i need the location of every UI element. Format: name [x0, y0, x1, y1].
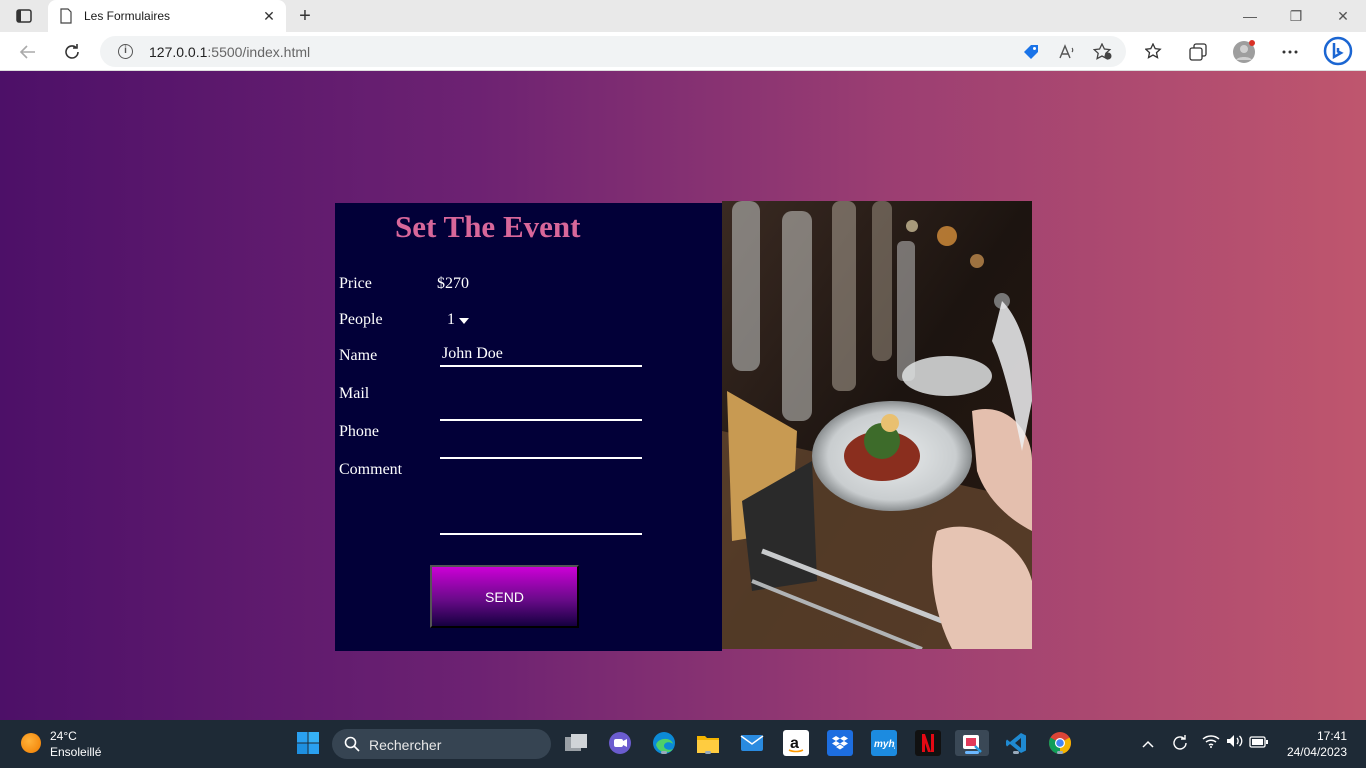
- sun-icon[interactable]: [21, 733, 41, 753]
- add-favorite-icon[interactable]: [1092, 41, 1114, 63]
- url-text: 127.0.0.1:5500/index.html: [149, 44, 310, 60]
- sync-update-icon[interactable]: [1170, 734, 1190, 754]
- people-selected-value: 1: [447, 311, 455, 328]
- file-explorer-icon[interactable]: [695, 730, 721, 756]
- phone-label: Phone: [339, 423, 379, 440]
- vscode-icon[interactable]: [1003, 730, 1029, 756]
- form-title: Set The Event: [395, 209, 581, 244]
- search-icon: [344, 736, 360, 757]
- tab-actions-icon[interactable]: [10, 6, 38, 26]
- tab-title: Les Formulaires: [84, 9, 171, 23]
- restaurant-photo: [722, 201, 1032, 649]
- running-indicator: [705, 751, 711, 754]
- show-hidden-icons-chevron-icon[interactable]: [1138, 734, 1158, 754]
- running-indicator: [661, 751, 667, 754]
- profile-avatar-icon[interactable]: [1232, 40, 1256, 64]
- running-indicator: [965, 751, 979, 754]
- battery-icon[interactable]: [1249, 734, 1269, 754]
- running-indicator: [1013, 751, 1019, 754]
- collections-icon[interactable]: [1186, 40, 1210, 64]
- task-view-icon[interactable]: [563, 730, 589, 756]
- start-windows-icon[interactable]: [295, 730, 321, 756]
- price-value: $270: [437, 275, 469, 292]
- read-aloud-icon[interactable]: [1056, 41, 1078, 63]
- restore-button[interactable]: ❐: [1286, 6, 1306, 26]
- tab-close-icon[interactable]: ✕: [260, 7, 278, 25]
- address-bar-row: i 127.0.0.1:5500/index.html: [0, 32, 1366, 71]
- send-button[interactable]: SEND: [430, 565, 579, 628]
- search-placeholder: Rechercher: [369, 737, 442, 753]
- comment-label: Comment: [339, 461, 403, 478]
- mail-icon[interactable]: [739, 730, 765, 756]
- amazon-icon[interactable]: a: [783, 730, 809, 756]
- mail-label: Mail: [339, 385, 370, 402]
- myhp-icon[interactable]: myhp: [871, 730, 897, 756]
- price-label: Price: [339, 275, 372, 292]
- comment-textarea[interactable]: [440, 463, 642, 535]
- favorites-icon[interactable]: [1142, 40, 1166, 64]
- site-info-icon[interactable]: i: [118, 44, 133, 59]
- url-field[interactable]: i 127.0.0.1:5500/index.html: [100, 36, 1126, 67]
- people-label: People: [339, 311, 383, 328]
- phone-input[interactable]: [440, 437, 642, 459]
- tab-strip: Les Formulaires ✕ + — ❐ ✕: [0, 0, 1366, 32]
- taskbar-search[interactable]: Rechercher: [332, 729, 551, 759]
- clock-time[interactable]: 17:41: [1317, 729, 1347, 743]
- taskbar: 24°C Ensoleillé Rechercher a myhp: [0, 720, 1366, 768]
- teams-chat-icon[interactable]: [607, 730, 633, 756]
- browser-tab[interactable]: Les Formulaires ✕: [48, 0, 286, 32]
- mail-input[interactable]: [440, 399, 642, 421]
- netflix-icon[interactable]: [915, 730, 941, 756]
- page-icon: [60, 8, 74, 24]
- clock-date[interactable]: 24/04/2023: [1287, 745, 1347, 759]
- dropdown-caret-icon: [459, 318, 469, 324]
- name-input[interactable]: John Doe: [440, 345, 642, 367]
- weather-description[interactable]: Ensoleillé: [50, 745, 101, 759]
- svg-text:myhp: myhp: [874, 739, 895, 749]
- edge-browser-icon[interactable]: [651, 730, 677, 756]
- more-menu-icon[interactable]: [1278, 40, 1302, 64]
- back-icon[interactable]: [16, 40, 40, 64]
- snipping-tool-icon[interactable]: [955, 730, 989, 756]
- chrome-icon[interactable]: [1047, 730, 1073, 756]
- wifi-icon[interactable]: [1201, 734, 1221, 754]
- weather-temperature[interactable]: 24°C: [50, 729, 77, 743]
- volume-icon[interactable]: [1225, 734, 1245, 754]
- new-tab-button[interactable]: +: [294, 5, 316, 27]
- url-path: :5500/index.html: [207, 44, 311, 60]
- coupon-tag-icon[interactable]: [1020, 41, 1042, 63]
- people-select[interactable]: 1: [447, 311, 477, 331]
- event-form: Set The Event Price $270 People 1 Name J…: [335, 203, 722, 651]
- name-label: Name: [339, 347, 378, 364]
- close-window-button[interactable]: ✕: [1333, 6, 1353, 26]
- minimize-button[interactable]: —: [1240, 6, 1260, 26]
- page-background: Set The Event Price $270 People 1 Name J…: [0, 71, 1366, 720]
- refresh-icon[interactable]: [60, 40, 84, 64]
- running-indicator: [1057, 751, 1063, 754]
- dropbox-icon[interactable]: [827, 730, 853, 756]
- svg-text:a: a: [790, 735, 799, 752]
- url-host: 127.0.0.1: [149, 44, 208, 60]
- bing-chat-icon[interactable]: [1322, 35, 1354, 67]
